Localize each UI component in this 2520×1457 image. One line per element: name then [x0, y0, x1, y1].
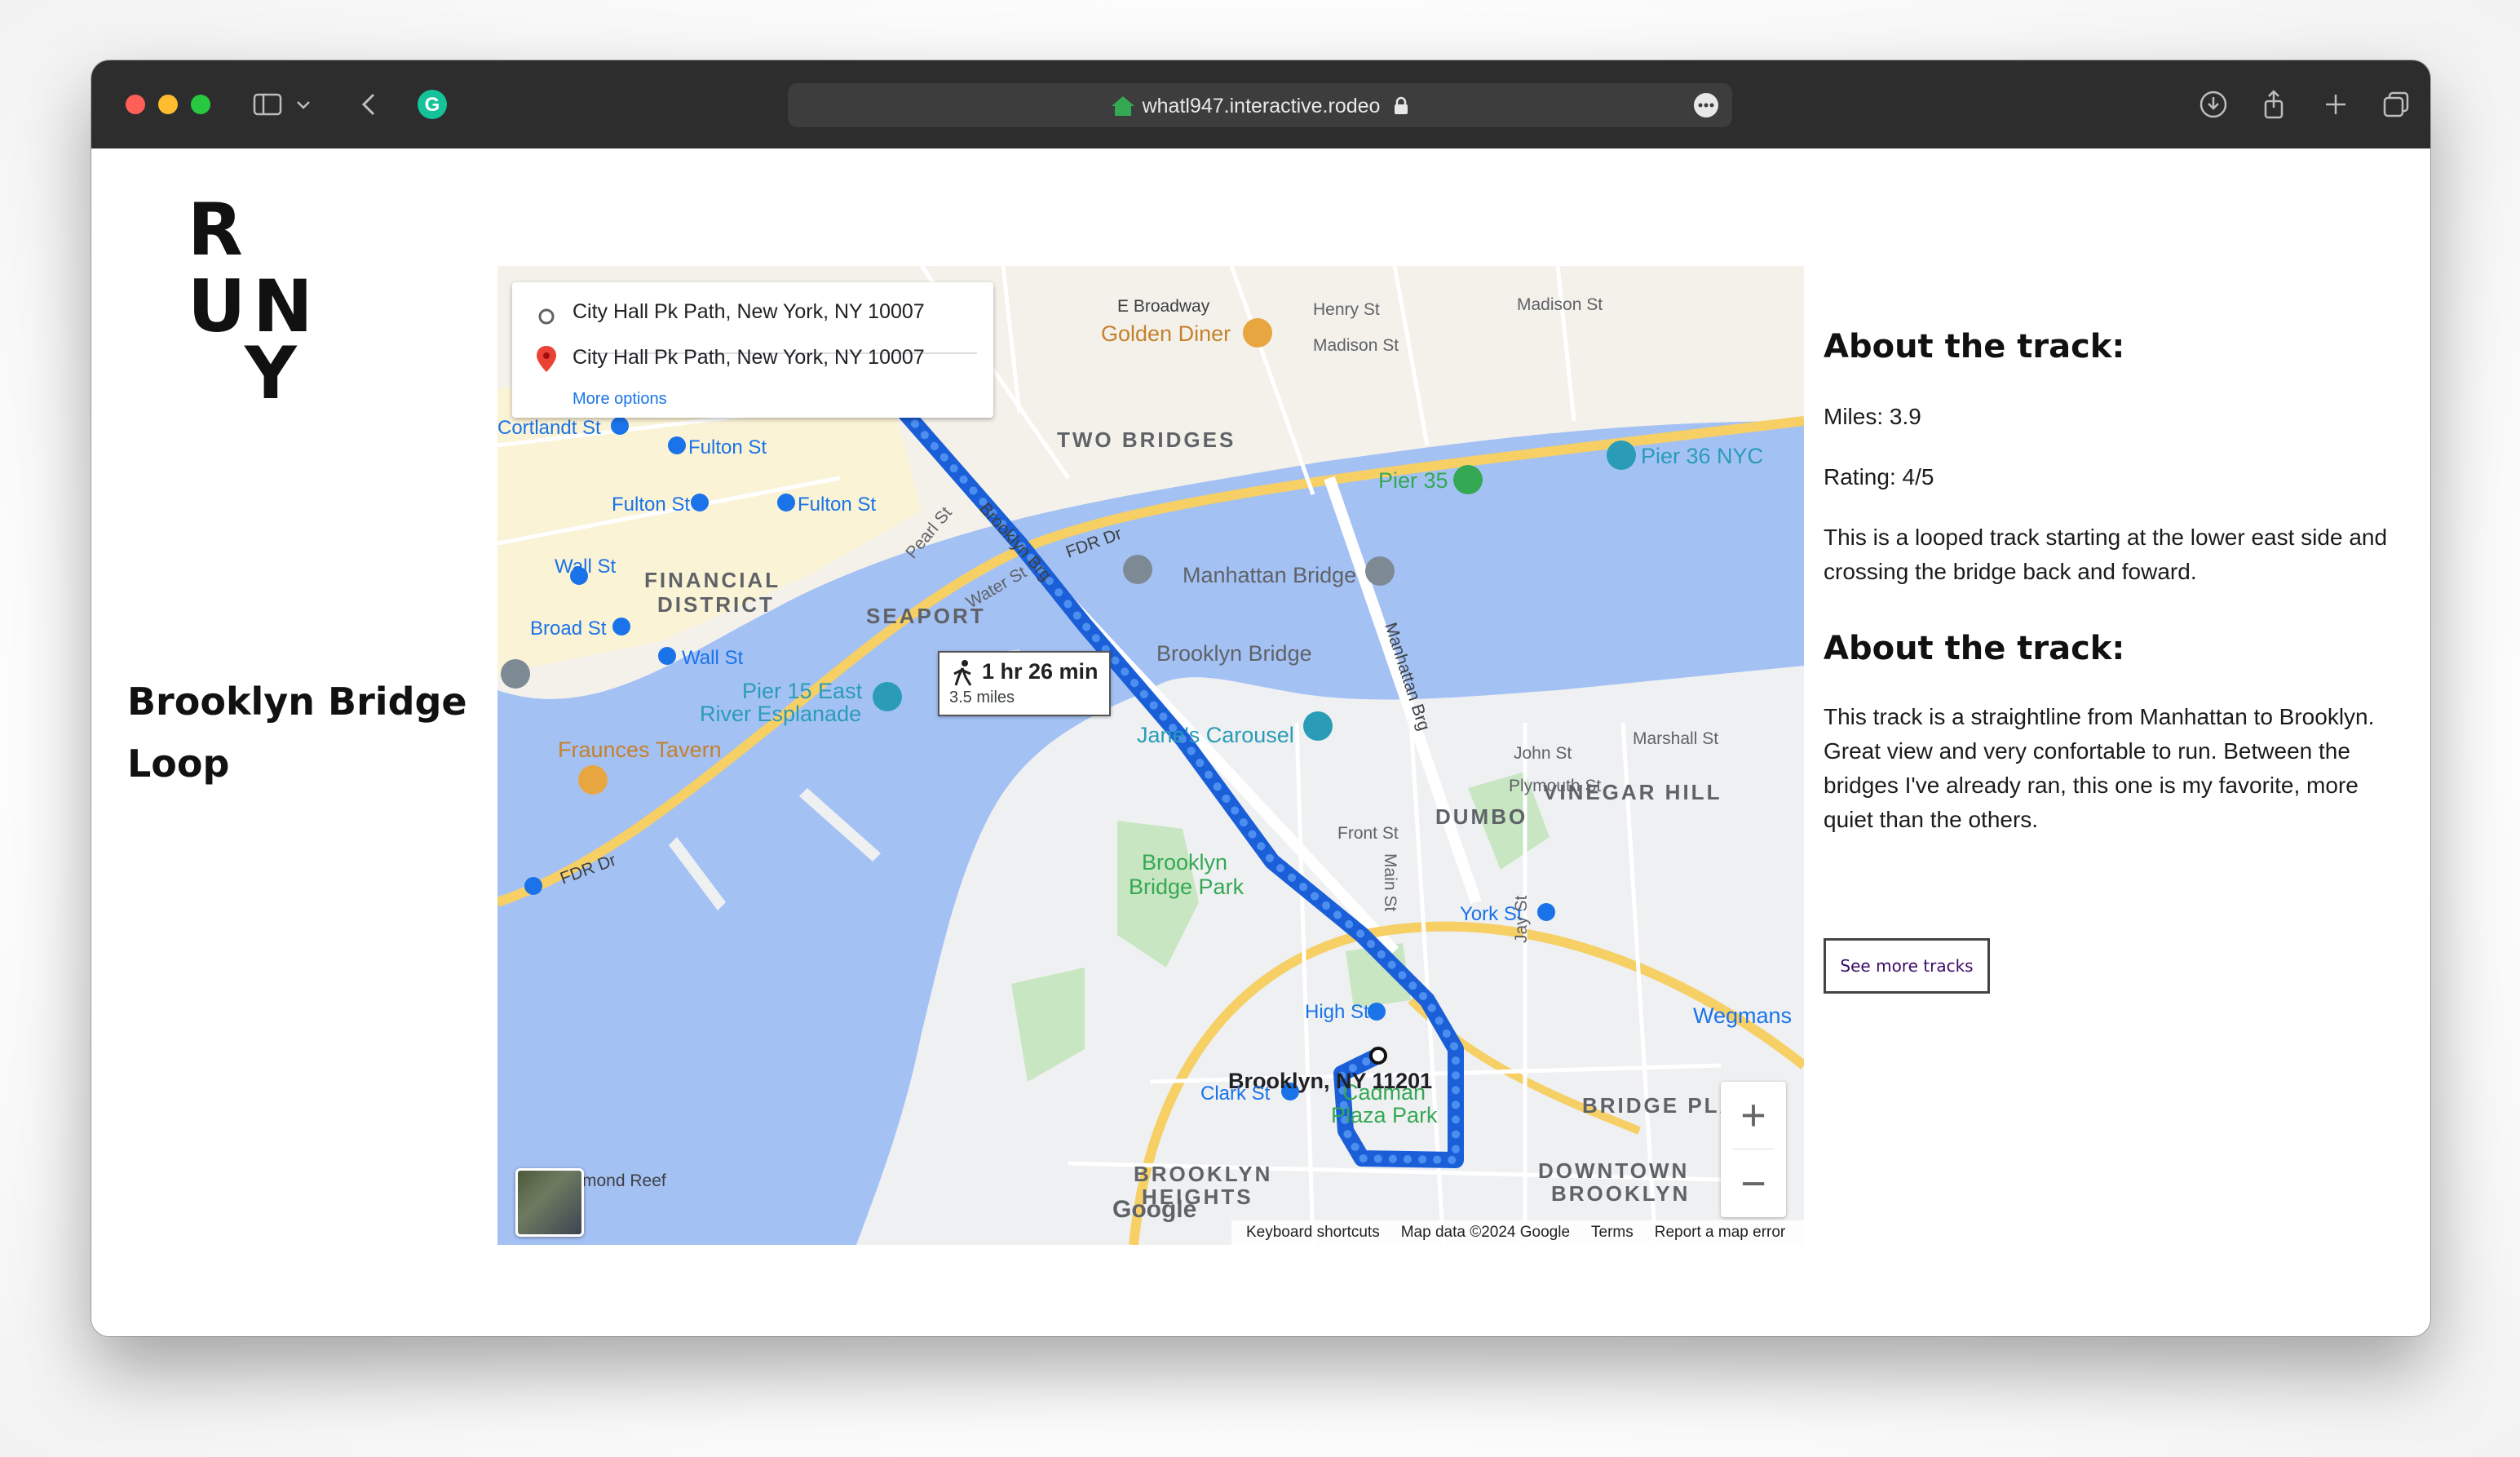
svg-text:Wall St: Wall St	[682, 647, 743, 669]
svg-text:Fulton St: Fulton St	[798, 494, 876, 516]
chevron-down-icon[interactable]	[294, 88, 313, 121]
svg-text:Pier 15 East: Pier 15 East	[742, 679, 863, 703]
svg-text:Pier 36 NYC: Pier 36 NYC	[1641, 444, 1763, 468]
miles-text: Miles: 3.9	[1824, 404, 1921, 429]
svg-text:DOWNTOWN: DOWNTOWN	[1538, 1158, 1689, 1183]
close-window-button[interactable]	[126, 95, 145, 114]
terms-link[interactable]: Terms	[1591, 1224, 1634, 1242]
svg-text:G: G	[425, 94, 440, 116]
svg-text:Madison St: Madison St	[1517, 295, 1603, 314]
svg-text:Front St: Front St	[1337, 824, 1399, 843]
svg-text:DUMBO: DUMBO	[1435, 804, 1527, 829]
svg-text:Fulton St: Fulton St	[612, 494, 690, 516]
svg-text:E Broadway: E Broadway	[1117, 297, 1210, 316]
map-data-text: Map data ©2024 Google	[1400, 1224, 1571, 1241]
route-distance: 3.5 miles	[949, 689, 1015, 706]
svg-text:Jay St: Jay St	[1512, 895, 1531, 943]
walking-icon	[953, 660, 972, 686]
svg-text:Fulton St: Fulton St	[688, 436, 767, 458]
svg-text:Broad St: Broad St	[530, 618, 607, 640]
google-logo: Google	[1112, 1196, 1197, 1223]
svg-text:High St: High St	[1305, 1001, 1369, 1023]
route-callout[interactable]: 1 hr 26 min 3.5 miles	[938, 651, 1111, 716]
svg-text:Manhattan Bridge: Manhattan Bridge	[1183, 563, 1356, 587]
sidebar-icon[interactable]	[251, 88, 284, 121]
svg-text:BROOKLYN: BROOKLYN	[1551, 1181, 1690, 1206]
destination-pin-icon	[537, 346, 556, 372]
svg-text:Bridge Park: Bridge Park	[1129, 875, 1245, 899]
address-bar[interactable]: whatl947.interactive.rodeo	[788, 83, 1732, 127]
report-map-error-link[interactable]: Report a map error	[1655, 1224, 1786, 1242]
home-icon	[1111, 96, 1134, 116]
lock-icon	[1395, 96, 1408, 114]
url-text: whatl947.interactive.rodeo	[788, 95, 1732, 118]
svg-text:mond Reef: mond Reef	[582, 1171, 666, 1190]
svg-text:Plymouth St: Plymouth St	[1509, 777, 1601, 795]
runy-logo[interactable]: R U N Y	[188, 194, 318, 406]
more-options-link[interactable]: More options	[573, 390, 667, 409]
svg-text:SEAPORT: SEAPORT	[866, 604, 986, 628]
svg-text:Wegmans: Wegmans	[1693, 1003, 1792, 1028]
svg-text:FINANCIAL: FINANCIAL	[644, 568, 780, 592]
satellite-layer-toggle[interactable]	[515, 1168, 584, 1237]
svg-text:Brooklyn Bridge: Brooklyn Bridge	[1156, 641, 1312, 666]
about-heading-1: About the track:	[1824, 328, 2125, 365]
page-content: R U N Y Brooklyn Bridge Loop TWO BRIDGES…	[91, 148, 2430, 1336]
tab-overview-icon[interactable]	[2380, 88, 2412, 121]
origin-text[interactable]: City Hall Pk Path, New York, NY 10007	[573, 300, 925, 324]
page-title: Brooklyn Bridge Loop	[127, 680, 467, 786]
svg-text:DISTRICT: DISTRICT	[657, 592, 775, 617]
svg-text:R: R	[188, 194, 243, 272]
svg-text:Brooklyn: Brooklyn	[1142, 850, 1227, 875]
keyboard-shortcuts-link[interactable]: Keyboard shortcuts	[1246, 1224, 1380, 1242]
svg-text:River Esplanade: River Esplanade	[700, 702, 861, 726]
new-tab-plus-icon[interactable]	[2319, 88, 2352, 121]
track-description-2: This track is a straightline from Manhat…	[1824, 704, 2375, 832]
minimize-window-button[interactable]	[158, 95, 178, 114]
svg-text:BRIDGE PLA: BRIDGE PLA	[1582, 1093, 1737, 1118]
route-time: 1 hr 26 min	[982, 659, 1099, 684]
more-options-icon[interactable]	[1693, 92, 1719, 118]
svg-text:Clark St: Clark St	[1200, 1083, 1271, 1105]
svg-text:Fraunces Tavern: Fraunces Tavern	[558, 737, 722, 762]
about-heading-2: About the track:	[1824, 630, 2125, 667]
rating-text: Rating: 4/5	[1824, 464, 1934, 489]
track-description-1: This is a looped track starting at the l…	[1824, 525, 2388, 584]
svg-text:Wall St: Wall St	[555, 556, 616, 578]
svg-text:Golden Diner: Golden Diner	[1101, 321, 1231, 346]
zoom-in-button[interactable]: +	[1721, 1082, 1786, 1149]
svg-text:John St: John St	[1514, 744, 1572, 763]
svg-text:Y: Y	[244, 331, 298, 406]
svg-text:Henry St: Henry St	[1313, 300, 1380, 319]
map-footer: Keyboard shortcuts Map data ©2024 Google…	[1231, 1220, 1804, 1245]
browser-window: G whatl947.interactive.rodeo R U N Y Bro…	[91, 60, 2430, 1336]
svg-text:Madison St: Madison St	[1313, 336, 1399, 355]
embedded-map[interactable]: TWO BRIDGES FINANCIAL DISTRICT SEAPORT D…	[497, 266, 1804, 1245]
directions-card: City Hall Pk Path, New York, NY 10007 Ci…	[512, 282, 993, 418]
svg-text:Main St: Main St	[1381, 853, 1399, 911]
see-more-tracks-button[interactable]: See more tracks	[1824, 938, 1990, 994]
destination-text[interactable]: City Hall Pk Path, New York, NY 10007	[573, 346, 925, 370]
grammarly-extension-icon[interactable]: G	[416, 88, 449, 121]
maximize-window-button[interactable]	[191, 95, 210, 114]
share-icon[interactable]	[2257, 88, 2290, 121]
origin-circle-icon	[538, 308, 555, 325]
browser-toolbar: G whatl947.interactive.rodeo	[91, 60, 2430, 149]
download-icon[interactable]	[2197, 88, 2230, 121]
svg-text:U: U	[188, 264, 245, 348]
svg-text:Cortlandt St: Cortlandt St	[497, 417, 601, 439]
svg-text:Pier 35: Pier 35	[1378, 468, 1448, 493]
svg-text:Plaza Park: Plaza Park	[1331, 1103, 1438, 1127]
zoom-controls: + −	[1721, 1082, 1786, 1217]
svg-text:Jane's Carousel: Jane's Carousel	[1137, 723, 1294, 747]
svg-text:Marshall St: Marshall St	[1633, 729, 1718, 748]
back-arrow-icon[interactable]	[354, 88, 387, 121]
zoom-out-button[interactable]: −	[1721, 1150, 1786, 1217]
svg-text:BROOKLYN: BROOKLYN	[1134, 1162, 1272, 1186]
url-value: whatl947.interactive.rodeo	[1142, 95, 1381, 117]
svg-text:TWO BRIDGES: TWO BRIDGES	[1057, 427, 1236, 452]
